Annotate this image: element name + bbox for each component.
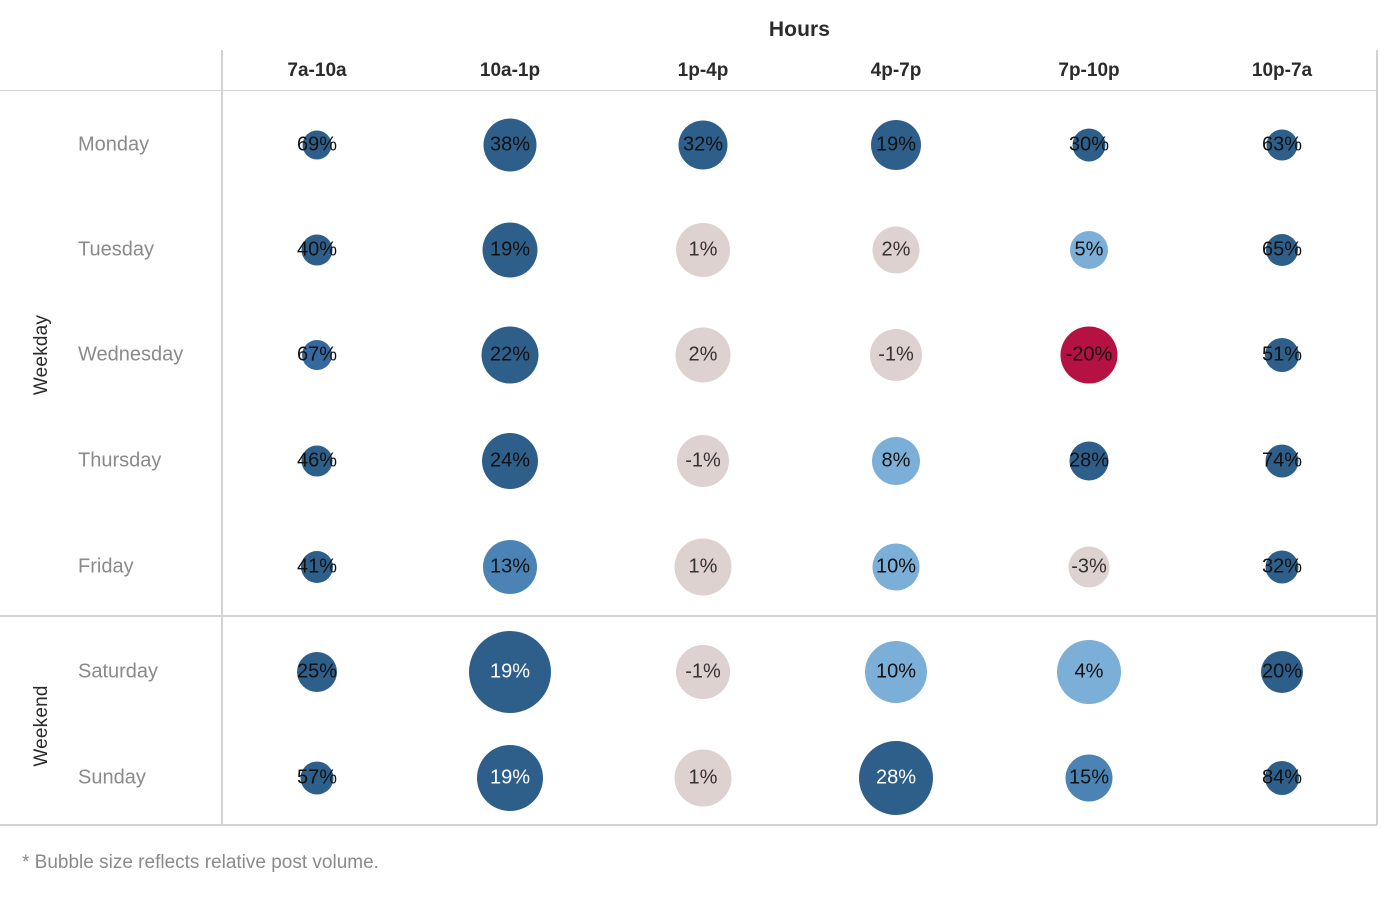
column-header-7p-10p: 7p-10p <box>1058 60 1120 81</box>
bubble-tuesday-10p-7a[interactable] <box>1266 234 1298 266</box>
bubble-wednesday-7p-10p[interactable] <box>1060 326 1118 384</box>
column-header-10a-1p: 10a-1p <box>479 60 541 81</box>
bubble-saturday-4p-7p[interactable] <box>865 641 927 703</box>
bubble-sunday-7p-10p[interactable] <box>1065 754 1113 802</box>
chart-title: Hours <box>768 18 831 41</box>
bubble-friday-1p-4p[interactable] <box>674 538 732 596</box>
grid-line-bottom <box>0 824 1377 826</box>
bubble-thursday-10p-7a[interactable] <box>1265 444 1299 478</box>
row-label-sunday: Sunday <box>78 766 146 789</box>
bubble-wednesday-10p-7a[interactable] <box>1265 338 1299 372</box>
grid-line-weekday-weekend <box>0 615 1377 617</box>
bubble-sunday-4p-7p[interactable] <box>859 741 933 815</box>
bubble-tuesday-7a-10a[interactable] <box>301 234 333 266</box>
bubble-saturday-1p-4p[interactable] <box>676 645 730 699</box>
bubble-friday-10a-1p[interactable] <box>483 540 537 594</box>
bubble-sunday-10a-1p[interactable] <box>477 745 543 811</box>
bubble-thursday-10a-1p[interactable] <box>482 433 538 489</box>
bubble-sunday-1p-4p[interactable] <box>674 749 732 807</box>
bubble-saturday-7a-10a[interactable] <box>297 652 337 692</box>
grid-line-header <box>0 90 1377 92</box>
bubble-tuesday-1p-4p[interactable] <box>676 223 730 277</box>
row-label-thursday: Thursday <box>78 449 162 472</box>
bubble-saturday-7p-10p[interactable] <box>1057 640 1121 704</box>
row-label-monday: Monday <box>78 133 150 156</box>
bubble-friday-10p-7a[interactable] <box>1265 550 1299 584</box>
bubble-monday-1p-4p[interactable] <box>678 120 728 170</box>
bubble-thursday-1p-4p[interactable] <box>677 435 729 487</box>
row-group-label-weekday: Weekday <box>31 314 52 396</box>
bubble-saturday-10a-1p[interactable] <box>469 631 551 713</box>
bubble-thursday-7a-10a[interactable] <box>301 445 333 477</box>
bubble-tuesday-7p-10p[interactable] <box>1070 231 1108 269</box>
bubble-tuesday-10a-1p[interactable] <box>482 222 538 278</box>
row-group-label-weekend: Weekend <box>31 685 52 767</box>
bubble-sunday-10p-7a[interactable] <box>1265 761 1299 795</box>
bubble-wednesday-10a-1p[interactable] <box>481 326 539 384</box>
column-header-10p-7a: 10p-7a <box>1251 60 1313 81</box>
grid-line-vertical-left <box>221 50 223 825</box>
footnote: * Bubble size reflects relative post vol… <box>22 852 379 873</box>
row-label-saturday: Saturday <box>78 660 159 683</box>
bubble-friday-4p-7p[interactable] <box>872 543 920 591</box>
bubble-thursday-7p-10p[interactable] <box>1069 441 1109 481</box>
bubble-monday-7p-10p[interactable] <box>1072 128 1106 162</box>
bubble-sunday-7a-10a[interactable] <box>300 761 334 795</box>
row-label-friday: Friday <box>78 555 134 578</box>
column-header-1p-4p: 1p-4p <box>677 60 729 81</box>
bubble-friday-7p-10p[interactable] <box>1068 546 1110 588</box>
row-label-tuesday: Tuesday <box>78 238 154 261</box>
bubble-saturday-10p-7a[interactable] <box>1261 651 1303 693</box>
grid-line-vertical-right <box>1376 50 1378 825</box>
bubble-thursday-4p-7p[interactable] <box>872 437 920 485</box>
column-header-4p-7p: 4p-7p <box>870 60 922 81</box>
bubble-tuesday-4p-7p[interactable] <box>872 226 920 274</box>
bubble-monday-7a-10a[interactable] <box>302 130 332 160</box>
column-header-7a-10a: 7a-10a <box>287 60 347 81</box>
bubble-monday-10a-1p[interactable] <box>483 118 537 172</box>
bubble-friday-7a-10a[interactable] <box>301 551 333 583</box>
bubble-wednesday-4p-7p[interactable] <box>870 329 922 381</box>
bubble-grid-chart: Hours 7a-10a 10a-1p 1p-4p 4p-7p 7p-10p 10p-7a… <box>0 0 1400 900</box>
bubble-monday-10p-7a[interactable] <box>1266 129 1298 161</box>
bubble-monday-4p-7p[interactable] <box>871 120 921 170</box>
bubble-wednesday-1p-4p[interactable] <box>675 327 731 383</box>
row-label-wednesday: Wednesday <box>78 343 184 366</box>
bubble-wednesday-7a-10a[interactable] <box>302 340 332 370</box>
